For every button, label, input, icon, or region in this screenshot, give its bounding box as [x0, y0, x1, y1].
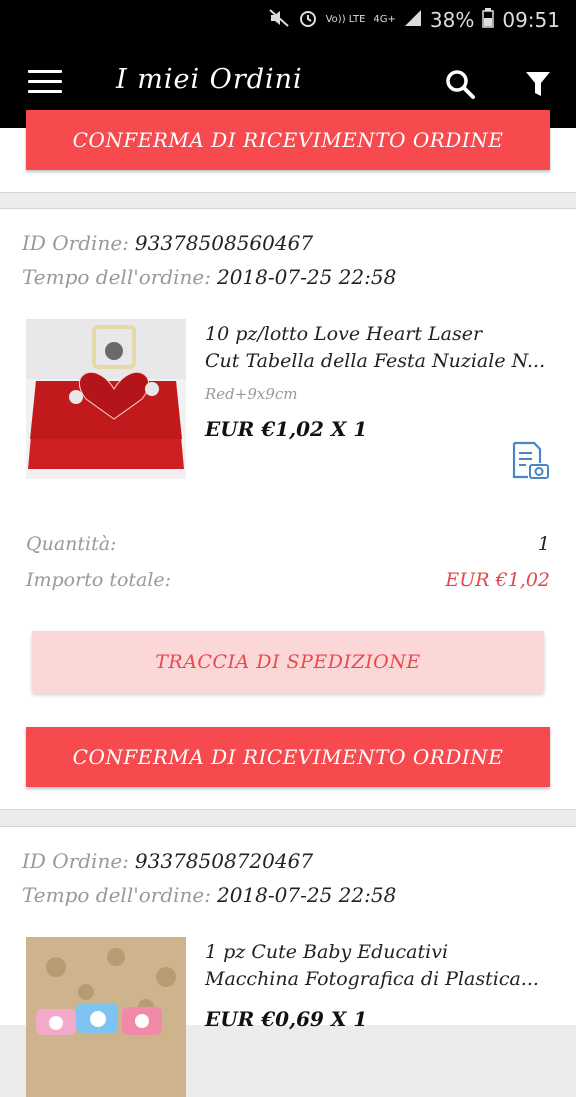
product-title-line1[interactable]: 10 pz/lotto Love Heart Laser	[205, 321, 555, 348]
page-title: I miei Ordini	[116, 64, 303, 95]
order-id-row: ID Ordine: 93378508560467	[22, 231, 313, 255]
battery-icon	[482, 7, 495, 33]
order-id-row: ID Ordine: 93378508720467	[22, 849, 313, 873]
order-id-value: 93378508720467	[134, 849, 314, 873]
product-price-qty: EUR €1,02 X 1	[205, 417, 368, 441]
battery-percent: 38%	[429, 8, 475, 32]
product-title-line1[interactable]: 1 pz Cute Baby Educativi	[205, 939, 555, 966]
confirm-receipt-button[interactable]: CONFERMA DI RICEVIMENTO ORDINE	[26, 110, 550, 170]
order-time-row: Tempo dell'ordine: 2018-07-25 22:58	[22, 883, 396, 907]
order-time-label: Tempo dell'ordine:	[22, 883, 211, 907]
order-id-label: ID Ordine:	[22, 231, 129, 255]
filter-icon[interactable]	[520, 66, 556, 102]
photo-review-icon[interactable]	[510, 441, 550, 481]
track-shipment-button[interactable]: TRACCIA DI SPEDIZIONE	[32, 631, 544, 693]
total-amount-value: EUR €1,02	[445, 569, 550, 591]
product-image[interactable]	[26, 937, 186, 1097]
order-card: ID Ordine: 93378508720467 Tempo dell'ordi…	[0, 826, 576, 1097]
signal-icon	[404, 8, 422, 32]
product-image[interactable]	[26, 319, 186, 479]
product-price-qty: EUR €0,69 X 1	[205, 1007, 368, 1031]
order-id-label: ID Ordine:	[22, 849, 129, 873]
search-icon[interactable]	[442, 66, 478, 102]
order-time-label: Tempo dell'ordine:	[22, 265, 211, 289]
alarm-icon	[298, 8, 318, 33]
product-variant: Red+9x9cm	[205, 385, 298, 403]
quantity-label: Quantità:	[26, 533, 117, 555]
order-card: ID Ordine: 93378508560467 Tempo dell'ordi…	[0, 208, 576, 810]
order-time-value: 2018-07-25 22:58	[216, 265, 397, 289]
menu-icon[interactable]	[28, 70, 62, 96]
network-4g-label: 4G+	[373, 14, 396, 25]
product-title-line2[interactable]: Cut Tabella della Festa Nuziale N...	[205, 348, 555, 375]
order-time-row: Tempo dell'ordine: 2018-07-25 22:58	[22, 265, 396, 289]
order-id-value: 93378508560467	[134, 231, 314, 255]
clock: 09:51	[502, 8, 560, 32]
order-card-previous: CONFERMA DI RICEVIMENTO ORDINE	[0, 110, 576, 193]
status-bar: Vo)) LTE 4G+ 38% 09:51	[0, 0, 576, 40]
quantity-value: 1	[537, 533, 550, 555]
order-time-value: 2018-07-25 22:58	[216, 883, 397, 907]
product-title-line2[interactable]: Macchina Fotografica di Plastica...	[205, 966, 555, 993]
network-volte-label: Vo)) LTE	[325, 14, 366, 25]
mute-icon	[268, 8, 290, 33]
confirm-receipt-button[interactable]: CONFERMA DI RICEVIMENTO ORDINE	[26, 727, 550, 787]
total-amount-label: Importo totale:	[26, 569, 172, 591]
